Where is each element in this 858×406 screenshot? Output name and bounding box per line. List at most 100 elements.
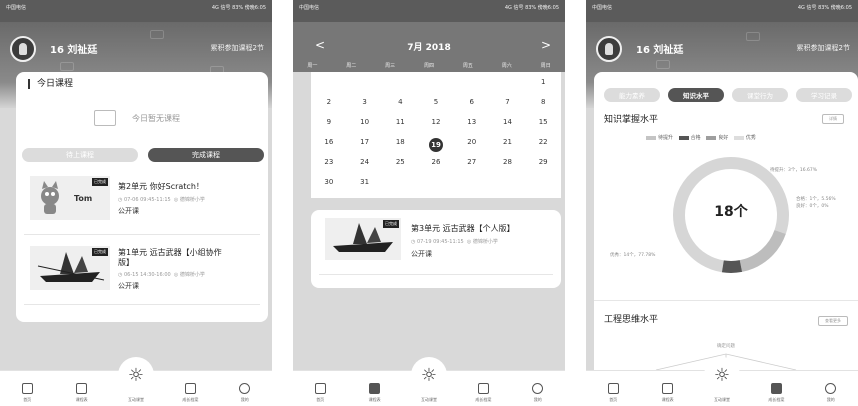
nav-home[interactable]: 首页 bbox=[593, 383, 633, 403]
calendar-day[interactable]: 27 bbox=[454, 158, 490, 166]
tab-completed-courses[interactable]: 完成课程 bbox=[148, 148, 264, 162]
calendar-day[interactable]: 7 bbox=[490, 98, 526, 106]
home-icon bbox=[21, 383, 33, 394]
nav-schedule[interactable]: 课程表 bbox=[62, 383, 102, 403]
divider bbox=[24, 234, 260, 235]
location-icon: ◎ bbox=[173, 197, 179, 203]
calendar-day[interactable]: 2 bbox=[311, 98, 347, 106]
completed-badge: 已完成 bbox=[92, 178, 108, 186]
calendar-day[interactable]: 26 bbox=[418, 158, 454, 166]
calendar-icon bbox=[369, 383, 381, 394]
avatar[interactable] bbox=[10, 36, 36, 62]
calendar-day[interactable]: 5 bbox=[418, 98, 454, 106]
day-course-card[interactable]: 已完成 第3单元 远古武器【个人版】 ◷ 07-19 09:45-11:15 ◎… bbox=[311, 210, 561, 288]
home-icon bbox=[607, 383, 619, 394]
course-title: 第2单元 你好Scratch！ bbox=[118, 182, 204, 191]
carrier-label: 中国电信 bbox=[6, 5, 27, 11]
callout-excellent: 优秀：14个，77.78% bbox=[610, 253, 656, 258]
calendar-day[interactable]: 29 bbox=[525, 158, 561, 166]
calendar-day[interactable]: 8 bbox=[525, 98, 561, 106]
calendar-day bbox=[454, 178, 490, 186]
calendar-week-row: 9 10 11 12 13 14 15 bbox=[311, 118, 561, 126]
nav-interactive-class[interactable]: 互动课堂 bbox=[702, 397, 742, 403]
book-icon bbox=[770, 383, 782, 394]
calendar-week-row: 16 17 18 19 20 21 22 bbox=[311, 138, 561, 152]
tab-ability[interactable]: 能力素养 bbox=[604, 88, 660, 102]
avatar[interactable] bbox=[596, 36, 622, 62]
bottom-nav: 首页 课程表 . 成长档案 我的 ☼ 互动课堂 bbox=[293, 357, 565, 406]
next-month-button[interactable]: > bbox=[541, 38, 551, 52]
tab-pending-courses[interactable]: 待上课程 bbox=[22, 148, 138, 162]
nav-interactive-class[interactable]: 互动课堂 bbox=[116, 397, 156, 403]
divider bbox=[594, 300, 858, 301]
person-icon bbox=[532, 383, 544, 394]
calendar-day[interactable]: 6 bbox=[454, 98, 490, 106]
nav-growth[interactable]: 成长档案 bbox=[756, 383, 796, 403]
calendar-day[interactable]: 21 bbox=[490, 138, 526, 152]
calendar-day[interactable]: 19 bbox=[418, 138, 454, 152]
calendar-day[interactable]: 3 bbox=[347, 98, 383, 106]
nav-growth[interactable]: 成长档案 bbox=[463, 383, 503, 403]
calendar-day[interactable]: 4 bbox=[382, 98, 418, 106]
course-type: 公开课 bbox=[411, 250, 432, 258]
course-meta: ◷ 06-15 14:30-16:00 ◎ 德锦桥小学 bbox=[118, 272, 205, 278]
nav-home[interactable]: 首页 bbox=[300, 383, 340, 403]
calendar-day[interactable]: 10 bbox=[347, 118, 383, 126]
calendar-day[interactable]: 18 bbox=[382, 138, 418, 152]
calendar-day[interactable]: 15 bbox=[525, 118, 561, 126]
nav-schedule[interactable]: 课程表 bbox=[355, 383, 395, 403]
calendar-day[interactable]: 28 bbox=[490, 158, 526, 166]
weekday-header: 周一 周二 周三 周四 周五 周六 周日 bbox=[307, 63, 551, 69]
chart-legend: 待提升 合格 良好 优秀 bbox=[642, 134, 756, 141]
status-bar: 中国电信 4G 信号 83% 傍晚6:05 bbox=[586, 0, 858, 22]
calendar-day[interactable]: 13 bbox=[454, 118, 490, 126]
donut-slice-pass bbox=[721, 260, 743, 273]
view-more-button[interactable]: 查看更多 bbox=[818, 316, 848, 326]
detail-button[interactable]: 详情 bbox=[822, 114, 844, 124]
donut-slice-improve bbox=[739, 229, 786, 272]
nav-interactive-class[interactable]: 互动课堂 bbox=[409, 397, 449, 403]
calendar-day[interactable]: 17 bbox=[347, 138, 383, 152]
nav-me[interactable]: 我的 bbox=[518, 383, 558, 403]
today-marker[interactable]: 19 bbox=[429, 138, 444, 152]
calendar-screen: 中国电信 4G 信号 83% 傍晚6:05 < 7月 2018 > 周一 周二 周三周… bbox=[293, 0, 565, 406]
bottom-nav: 首页 课程表 . 成长档案 我的 ☼ 互动课堂 bbox=[0, 357, 272, 406]
calendar-day[interactable]: 12 bbox=[418, 118, 454, 126]
calendar-week-row: 1 bbox=[311, 78, 561, 86]
calendar-day[interactable]: 24 bbox=[347, 158, 383, 166]
calendar-day[interactable]: 23 bbox=[311, 158, 347, 166]
nav-growth[interactable]: 成长档案 bbox=[170, 383, 210, 403]
nav-schedule[interactable]: 课程表 bbox=[648, 383, 688, 403]
tab-records[interactable]: 学习记录 bbox=[796, 88, 852, 102]
user-name: 16 刘祉廷 bbox=[636, 45, 684, 56]
calendar-day[interactable]: 20 bbox=[454, 138, 490, 152]
calendar-day[interactable]: 30 bbox=[311, 178, 347, 186]
lightbulb-icon[interactable]: ☼ bbox=[704, 357, 740, 393]
lightbulb-icon[interactable]: ☼ bbox=[411, 357, 447, 393]
calendar-day[interactable]: 1 bbox=[525, 78, 561, 86]
tab-behavior[interactable]: 课堂行为 bbox=[732, 88, 788, 102]
nav-me[interactable]: 我的 bbox=[225, 383, 265, 403]
course-count: 累积参加课程2节 bbox=[796, 44, 850, 52]
calendar-day[interactable]: 11 bbox=[382, 118, 418, 126]
course-meta: ◷ 07-19 09:45-11:15 ◎ 德锦桥小学 bbox=[411, 239, 498, 245]
calendar-day[interactable]: 16 bbox=[311, 138, 347, 152]
calendar-day[interactable]: 14 bbox=[490, 118, 526, 126]
callout-good: 良好：0个，0% bbox=[796, 204, 829, 209]
calendar-week-row: 23 24 25 26 27 28 29 bbox=[311, 158, 561, 166]
calendar-day[interactable]: 25 bbox=[382, 158, 418, 166]
course-title-line1: 第1单元 远古武器【小组协作 bbox=[118, 248, 222, 257]
calendar-day[interactable]: 31 bbox=[347, 178, 383, 186]
completed-badge: 已完成 bbox=[92, 248, 108, 256]
calendar-day[interactable]: 22 bbox=[525, 138, 561, 152]
lightbulb-icon[interactable]: ☼ bbox=[118, 357, 154, 393]
nav-me[interactable]: 我的 bbox=[811, 383, 851, 403]
tab-knowledge[interactable]: 知识水平 bbox=[668, 88, 724, 102]
calendar-day bbox=[347, 78, 383, 86]
calendar-day[interactable]: 9 bbox=[311, 118, 347, 126]
course-title-line2: 版】 bbox=[118, 258, 134, 267]
status-right: 4G 信号 83% 傍晚6:05 bbox=[211, 5, 266, 11]
divider bbox=[24, 304, 260, 305]
status-bar: 中国电信 4G 信号 83% 傍晚6:05 bbox=[293, 0, 565, 22]
nav-home[interactable]: 首页 bbox=[7, 383, 47, 403]
